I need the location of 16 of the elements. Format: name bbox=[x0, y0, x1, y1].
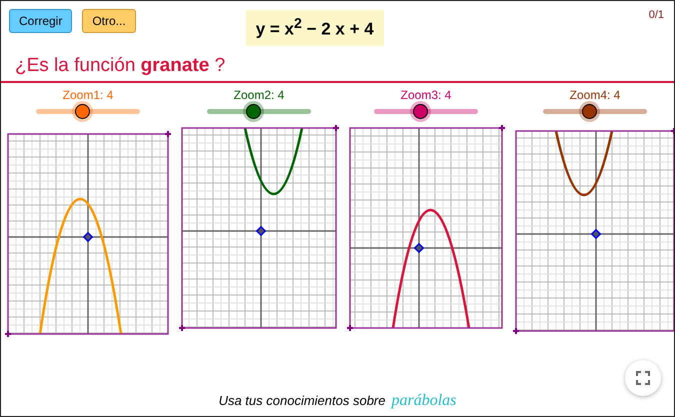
score: 0/1 bbox=[648, 9, 664, 21]
slider-thumb[interactable] bbox=[74, 104, 90, 119]
formula: y = x$^{2}$ − 2 x + 4 bbox=[246, 10, 384, 46]
check-button[interactable]: Corregir bbox=[9, 9, 72, 33]
slider-thumb[interactable] bbox=[246, 104, 261, 119]
zoom-label: Zoom2: 4 bbox=[234, 88, 284, 102]
zoom-label: Zoom4: 4 bbox=[570, 88, 620, 102]
slider-thumb[interactable] bbox=[412, 104, 428, 119]
question-text: ¿Es la función granate ? bbox=[1, 47, 674, 83]
zoom-label: Zoom3: 4 bbox=[400, 88, 452, 102]
fullscreen-button[interactable] bbox=[625, 360, 661, 396]
next-button[interactable]: Otro... bbox=[82, 9, 136, 33]
hint-text: Usa tus conocimientos sobre bbox=[218, 393, 386, 408]
fullscreen-icon bbox=[636, 371, 650, 385]
zoom-label: Zoom1: 4 bbox=[62, 88, 114, 102]
slider-thumb[interactable] bbox=[582, 104, 597, 119]
